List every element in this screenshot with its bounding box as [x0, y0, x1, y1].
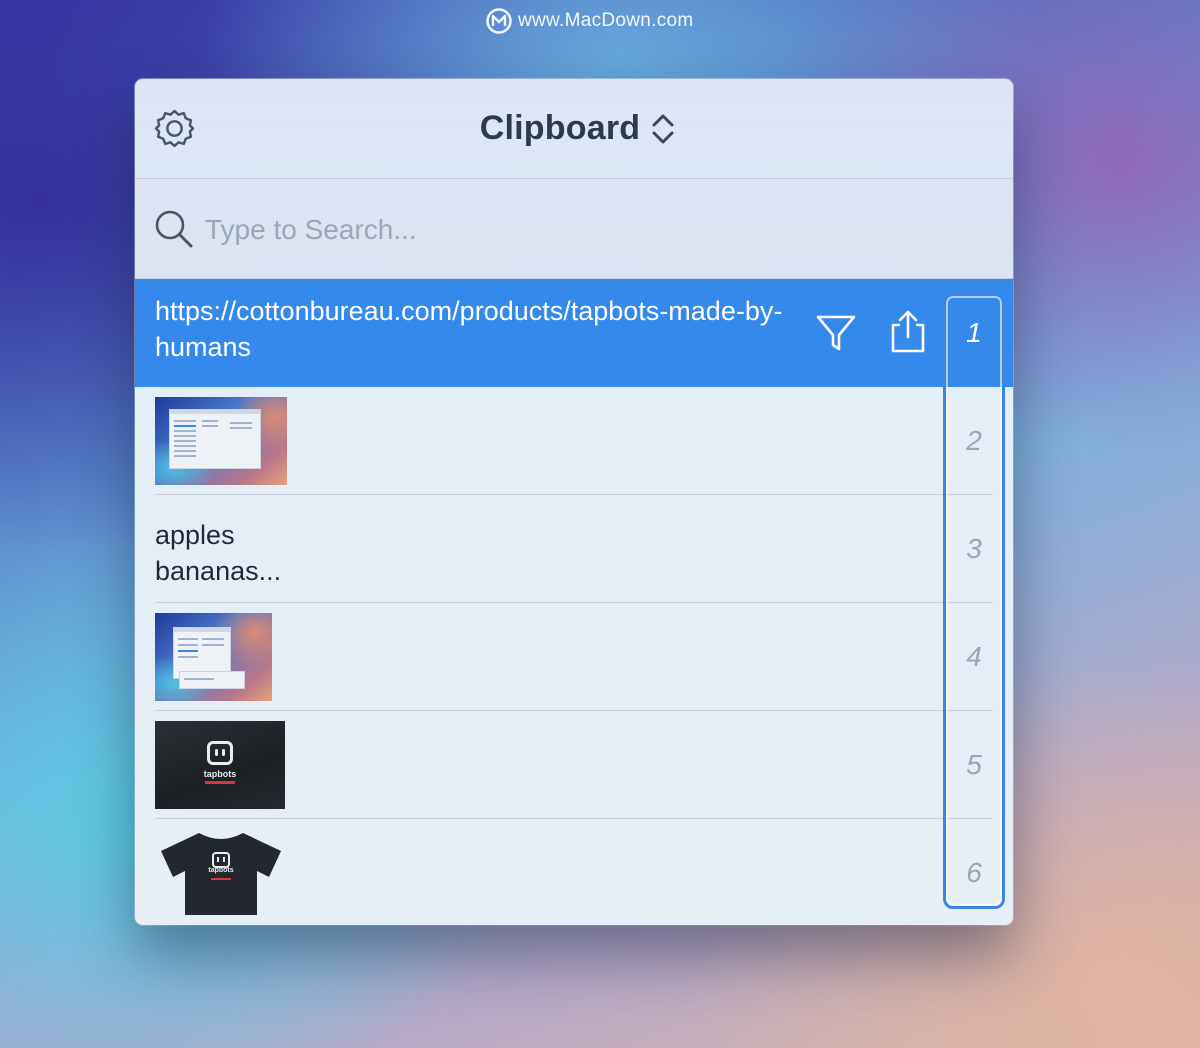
tapbots-logo-icon — [207, 741, 233, 765]
filter-icon[interactable] — [815, 311, 857, 355]
thumbnail-stripe — [205, 781, 235, 784]
item-index: 5 — [966, 749, 982, 780]
item-text: apples bananas... — [155, 517, 281, 589]
watermark-text: www.MacDown.com — [518, 10, 694, 31]
title-wrap: Clipboard — [135, 79, 1013, 178]
header: Clipboard — [135, 79, 1013, 179]
list-item[interactable]: tapbots 6 — [135, 819, 1013, 925]
item-text-line: bananas... — [155, 556, 282, 586]
thumbnail-window — [169, 409, 261, 469]
chevron-updown-icon[interactable] — [650, 110, 676, 148]
item-text: https://cottonbureau.com/products/tapbot… — [155, 296, 783, 362]
thumbnail-text: tapbots — [203, 769, 237, 779]
item-index: 3 — [966, 533, 982, 564]
item-thumbnail-photo: tapbots — [155, 721, 285, 809]
list-item[interactable]: tapbots 5 — [135, 711, 1013, 819]
search-bar — [135, 179, 1013, 279]
gear-icon[interactable] — [154, 108, 195, 149]
thumbnail-text: tapbots — [208, 867, 234, 874]
search-icon — [155, 210, 193, 248]
macdown-logo-icon — [486, 8, 512, 34]
watermark: www.MacDown.com — [486, 7, 694, 35]
clipboard-panel: Clipboard https://cottonbureau.com/produ… — [135, 79, 1013, 925]
item-thumbnail-screenshot — [155, 397, 287, 485]
item-thumbnail-photo: tapbots — [155, 829, 287, 917]
clipboard-list: https://cottonbureau.com/products/tapbot… — [135, 279, 1013, 925]
item-index: 2 — [966, 425, 982, 456]
share-icon[interactable] — [887, 309, 929, 355]
list-item[interactable]: 4 — [135, 603, 1013, 711]
search-input[interactable] — [203, 207, 987, 253]
item-index: 4 — [966, 641, 982, 672]
thumbnail-dialog — [179, 671, 245, 689]
item-index: 1 — [966, 317, 982, 348]
item-index: 6 — [966, 857, 982, 888]
list-item[interactable]: apples bananas... 3 — [135, 495, 1013, 603]
page-title[interactable]: Clipboard — [472, 109, 640, 148]
item-thumbnail-screenshot — [155, 613, 272, 701]
list-item[interactable]: 2 — [135, 387, 1013, 495]
item-text-line: apples — [155, 520, 235, 550]
list-item[interactable]: https://cottonbureau.com/products/tapbot… — [135, 279, 1013, 387]
